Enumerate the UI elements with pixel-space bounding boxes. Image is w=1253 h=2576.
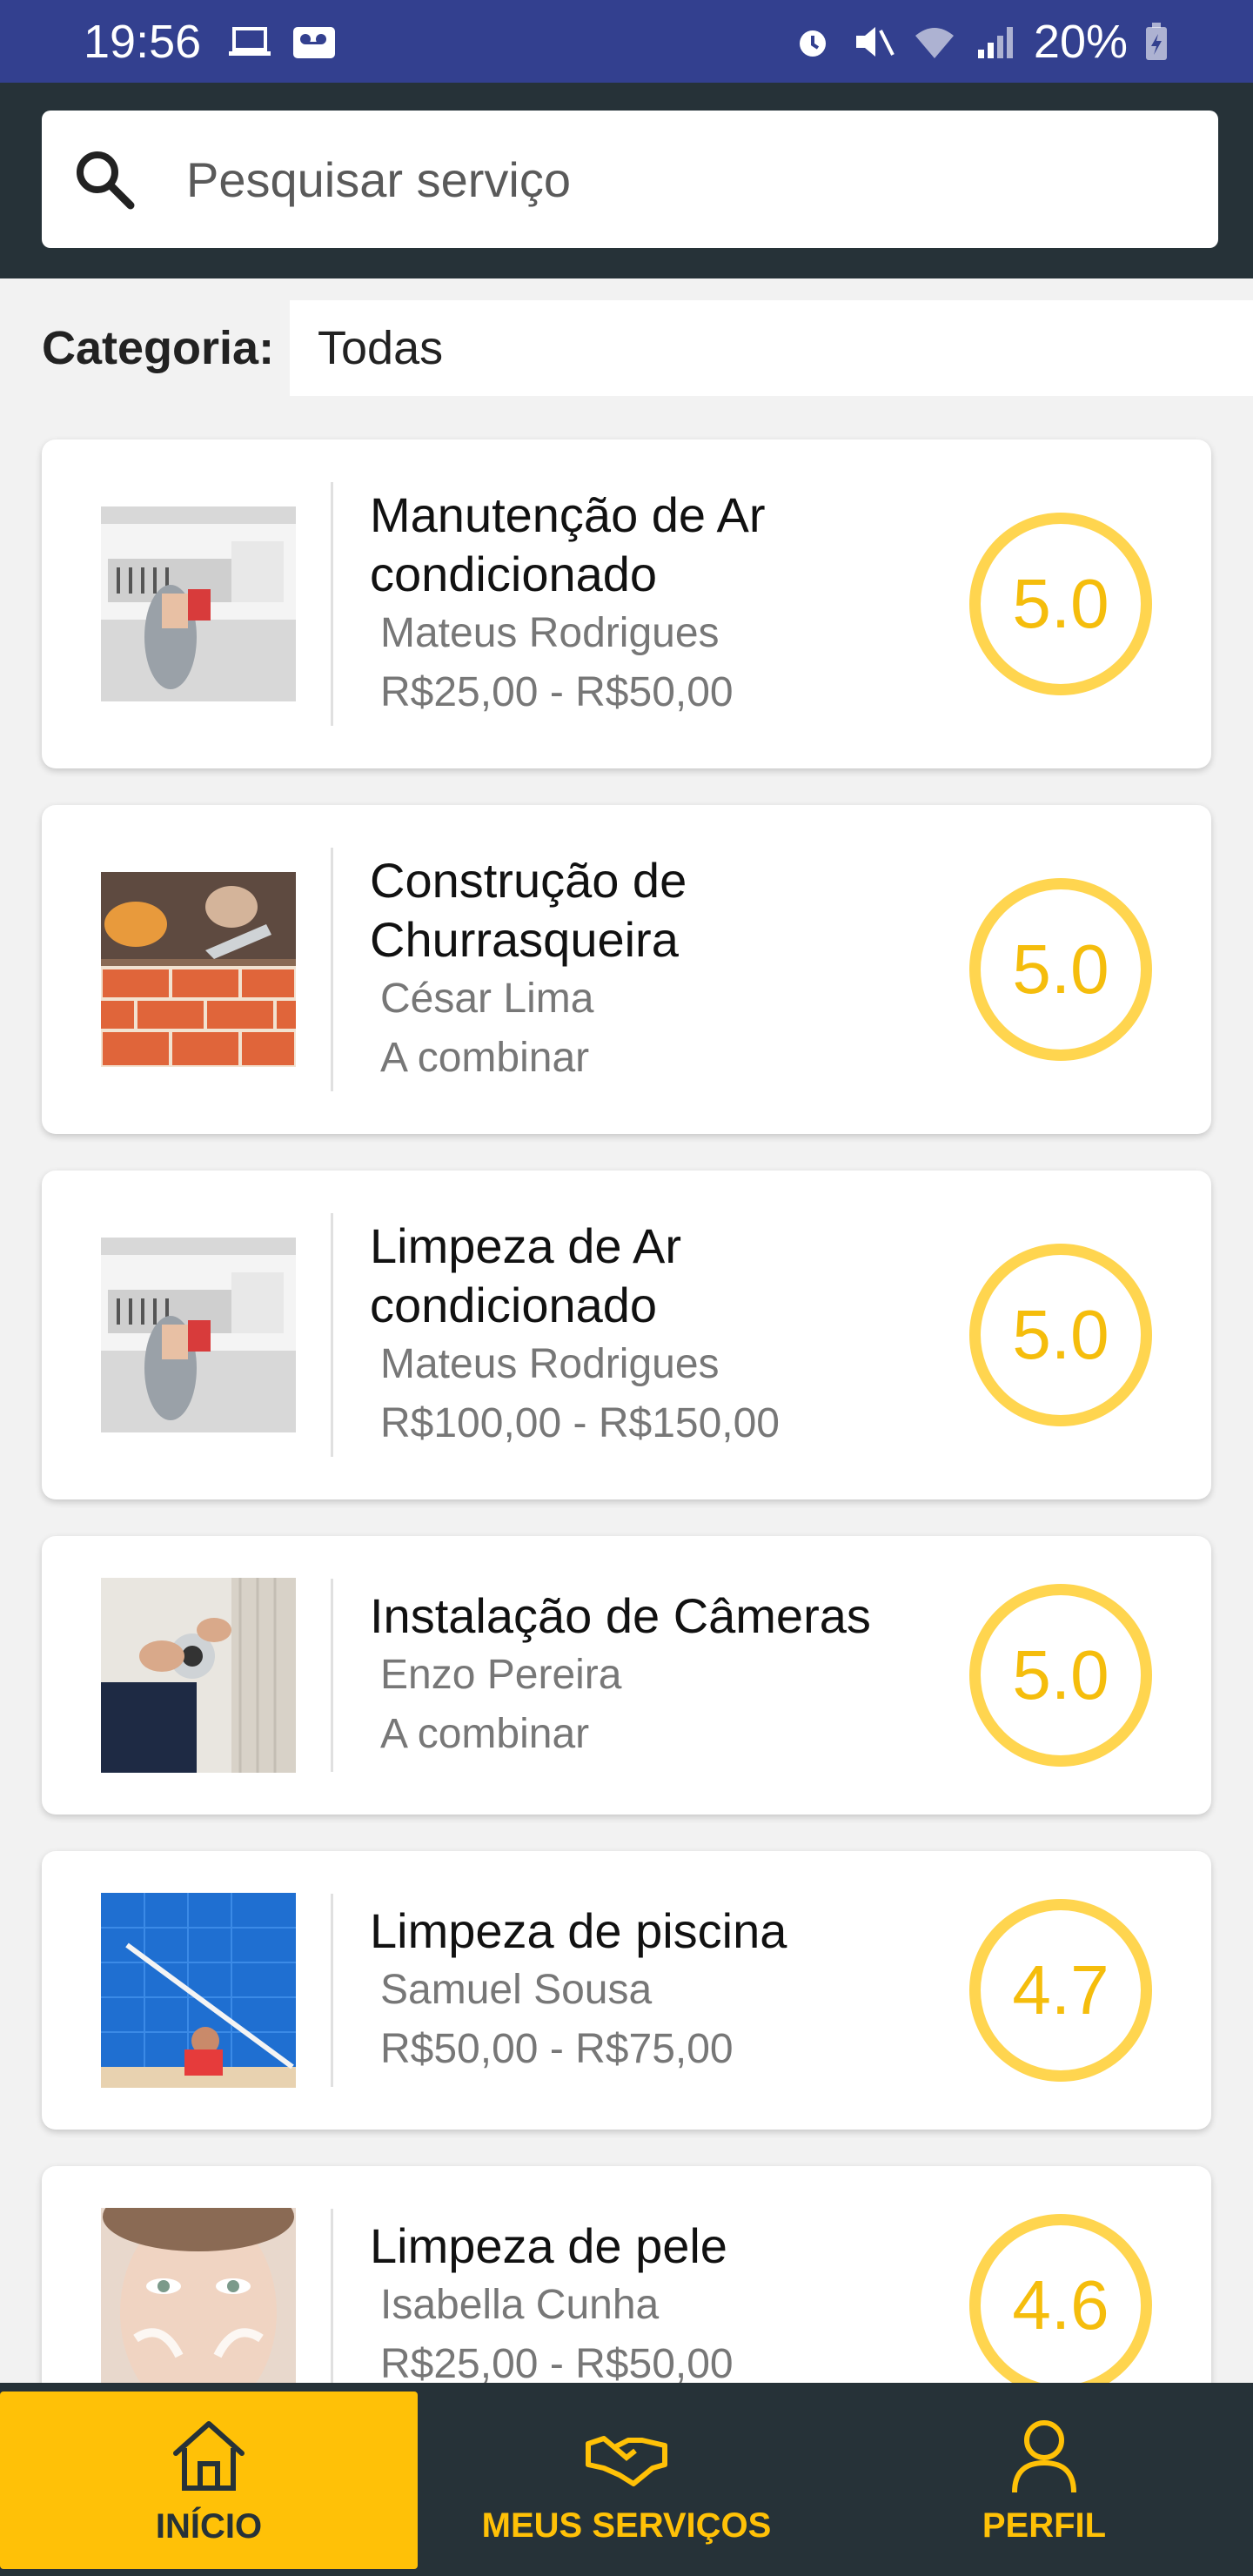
nav-label: PERFIL [982, 2506, 1107, 2545]
service-title: Limpeza de pele [370, 2218, 727, 2273]
nav-label: MEUS SERVIÇOS [481, 2506, 772, 2545]
mute-icon [855, 26, 895, 57]
service-image-bricks [101, 872, 296, 1067]
service-title: Manutenção de Ar condicionado [370, 487, 766, 601]
card-divider [331, 482, 333, 726]
service-price: R$100,00 - R$150,00 [380, 1400, 780, 1446]
rating-badge: 5.0 [969, 513, 1152, 695]
service-provider: Mateus Rodrigues [380, 1341, 720, 1387]
rating-badge: 4.7 [969, 1899, 1152, 2082]
card-divider [331, 848, 333, 1091]
service-image-pool [101, 1893, 296, 2088]
service-provider: Isabella Cunha [380, 2282, 660, 2328]
rating-badge: 5.0 [969, 1584, 1152, 1767]
rating-badge: 4.6 [969, 2214, 1152, 2397]
voicemail-icon [293, 26, 336, 58]
service-provider: César Lima [380, 976, 594, 1022]
search-header [0, 83, 1253, 278]
service-card[interactable]: Construção de Churrasqueira César Lima A… [42, 805, 1211, 1134]
service-card[interactable]: Instalação de Câmeras Enzo Pereira A com… [42, 1536, 1211, 1815]
signal-icon [977, 26, 1013, 58]
service-title: Construção de Churrasqueira [370, 853, 687, 967]
service-card[interactable]: Manutenção de Ar condicionado Mateus Rod… [42, 439, 1211, 768]
rating-badge: 5.0 [969, 1244, 1152, 1426]
card-divider [331, 1579, 333, 1772]
service-price: R$25,00 - R$50,00 [380, 669, 734, 715]
service-card[interactable]: Limpeza de Ar condicionado Mateus Rodrig… [42, 1171, 1211, 1499]
category-label: Categoria: [42, 322, 275, 374]
category-value: Todas [318, 322, 444, 374]
nav-label: INÍCIO [155, 2506, 263, 2546]
wifi-icon [915, 27, 954, 58]
card-divider [331, 1894, 333, 2087]
card-divider [331, 1213, 333, 1457]
service-list: Manutenção de Ar condicionado Mateus Rod… [42, 439, 1211, 2481]
card-divider [331, 2209, 333, 2402]
nav-item-meus-servicos[interactable]: MEUS SERVIÇOS [418, 2383, 835, 2576]
category-select[interactable]: Todas [290, 300, 1253, 396]
search-icon [77, 151, 135, 210]
search-input[interactable] [186, 151, 1143, 208]
alarm-icon [799, 30, 826, 57]
search-box[interactable] [42, 111, 1218, 248]
service-provider: Mateus Rodrigues [380, 610, 720, 656]
service-provider: Samuel Sousa [380, 1967, 653, 2013]
category-row: Categoria: Todas [0, 300, 1253, 396]
nav-item-perfil[interactable]: PERFIL [835, 2383, 1253, 2576]
service-price: A combinar [380, 1035, 590, 1081]
battery-percentage: 20% [1033, 15, 1128, 68]
status-time: 19:56 [84, 15, 202, 68]
person-icon [1012, 2419, 1076, 2492]
service-price: R$50,00 - R$75,00 [380, 2026, 734, 2072]
service-image-camera [101, 1578, 296, 1773]
service-image-air-conditioner [101, 506, 296, 701]
service-card[interactable]: Limpeza de piscina Samuel Sousa R$50,00 … [42, 1851, 1211, 2130]
service-image-air-conditioner [101, 1238, 296, 1432]
service-title: Instalação de Câmeras [370, 1588, 871, 1643]
nav-item-inicio[interactable]: INÍCIO [0, 2392, 418, 2569]
laptop-icon [229, 26, 271, 56]
service-title: Limpeza de Ar condicionado [370, 1218, 681, 1332]
service-price: A combinar [380, 1711, 590, 1757]
service-image-face [101, 2208, 296, 2403]
home-icon [173, 2420, 245, 2491]
battery-icon [1146, 22, 1167, 60]
service-title: Limpeza de piscina [370, 1903, 787, 1958]
bottom-nav: INÍCIO MEUS SERVIÇOS PERFIL [0, 2383, 1253, 2576]
service-provider: Enzo Pereira [380, 1652, 622, 1698]
handshake-icon [586, 2435, 667, 2486]
status-bar: 19:56 20% [0, 0, 1253, 83]
rating-badge: 5.0 [969, 878, 1152, 1061]
